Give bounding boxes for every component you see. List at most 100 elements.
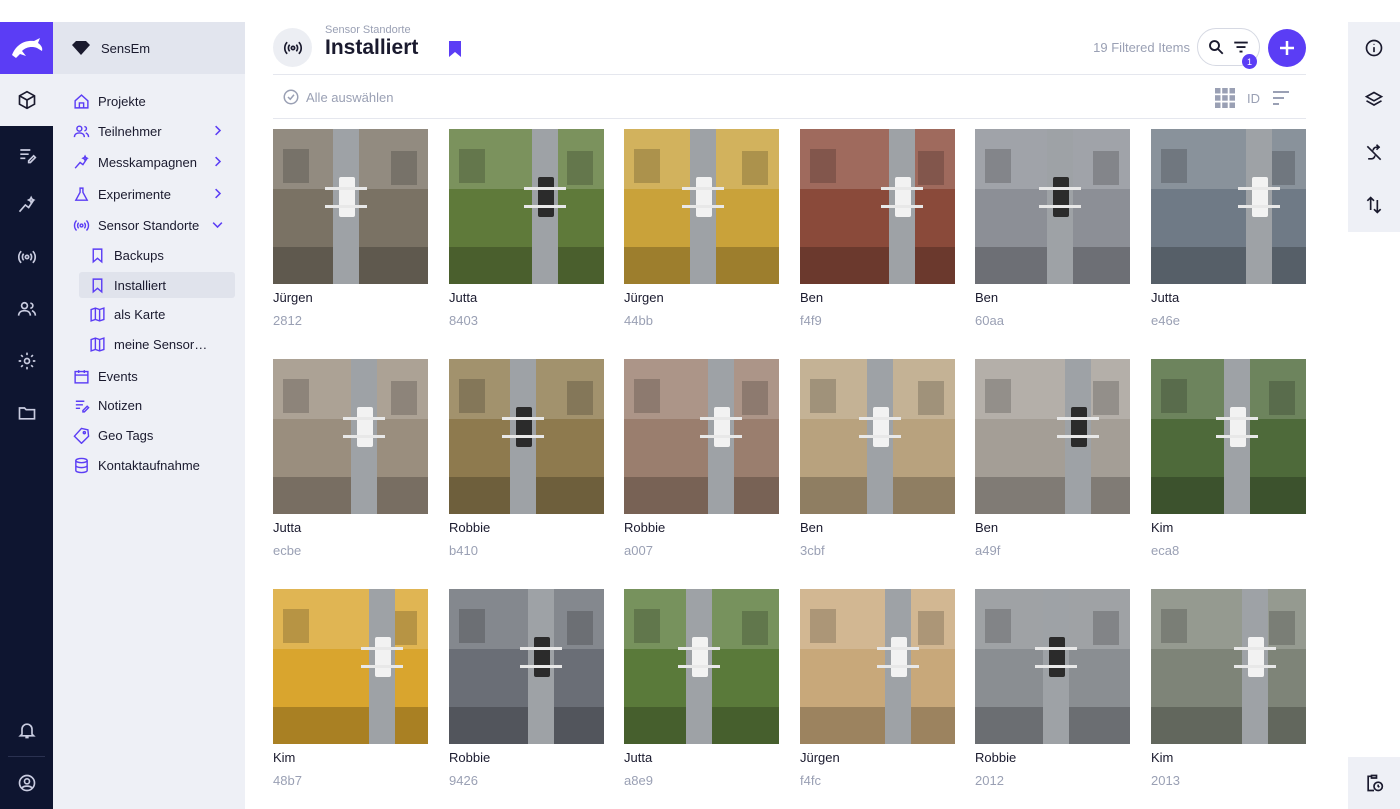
sidebar-item-label: Backups [114,247,164,263]
search-filter-group: 1 [1197,28,1260,69]
sidebar-item-messkampagnen[interactable]: Messkampagnen [53,149,245,175]
sidebar-item-backups[interactable]: Backups [53,242,245,268]
sensor-card[interactable]: Jürgen 44bb [624,129,779,339]
route-off-icon [1366,144,1382,161]
rail-users[interactable] [0,283,53,335]
sensor-photo[interactable] [800,589,955,744]
sensor-card[interactable]: Jutta e46e [1151,129,1306,339]
sensor-photo[interactable] [975,129,1130,284]
photo-placeholder [624,359,779,514]
right-rail [1348,22,1400,232]
sensor-card[interactable]: Jutta a8e9 [624,589,779,799]
sensor-card[interactable]: Jürgen 2812 [273,129,428,339]
calendar-icon [74,369,89,384]
map-icon [90,336,105,352]
workspace-header[interactable]: SensEm [53,22,245,74]
sidebar-item-experimente[interactable]: Experimente [53,181,245,207]
chevron-down-icon[interactable] [210,217,225,232]
sidebar-item-teilnehmer[interactable]: Teilnehmer [53,118,245,144]
sensor-owner: Ben [975,290,999,305]
breadcrumb[interactable]: Sensor Standorte [325,24,411,36]
rail-projects[interactable] [0,74,53,126]
sensor-card[interactable]: Jutta ecbe [273,359,428,569]
sidebar-item-label: meine Sensorstandorte [114,336,210,352]
sensor-id: 2812 [273,313,302,328]
sensor-photo[interactable] [273,589,428,744]
sensor-photo[interactable] [449,589,604,744]
sidebar-item-projekte[interactable]: Projekte [53,88,245,114]
app-logo[interactable] [0,22,53,74]
rail-notes[interactable] [0,129,53,181]
add-item-button[interactable] [1268,29,1306,67]
home-icon [74,93,89,109]
sensor-photo[interactable] [449,129,604,284]
sensor-card[interactable]: Ben 60aa [975,129,1130,339]
swap-button[interactable] [1348,179,1400,231]
photo-placeholder [1151,589,1306,744]
chevron-right-icon[interactable] [210,186,225,201]
bookmark-icon[interactable] [447,40,463,58]
layers-button[interactable] [1348,74,1400,126]
sensor-card[interactable]: Kim 48b7 [273,589,428,799]
rail-account[interactable] [0,757,53,809]
sidebar-item-kontaktaufnahme[interactable]: Kontaktaufnahme [53,452,245,478]
chevron-right-icon[interactable] [210,123,225,138]
sidebar-item-sensor-standorte[interactable]: Sensor Standorte [53,212,245,238]
photo-placeholder [273,589,428,744]
sensor-photo[interactable] [1151,359,1306,514]
info-button[interactable] [1348,22,1400,74]
sensor-photo[interactable] [624,359,779,514]
sensor-card[interactable]: Jürgen f4fc [800,589,955,799]
sensor-photo[interactable] [624,589,779,744]
sensor-card[interactable]: Ben 3cbf [800,359,955,569]
sensor-card[interactable]: Kim eca8 [1151,359,1306,569]
sensor-card[interactable]: Jutta 8403 [449,129,604,339]
sidebar-item-meine-sensorstandorte[interactable]: meine Sensorstandorte [53,331,245,357]
rail-sensors[interactable] [0,231,53,283]
sensor-photo[interactable] [624,129,779,284]
sensor-photo[interactable] [273,359,428,514]
sensor-owner: Kim [1151,750,1174,765]
chevron-right-icon[interactable] [210,154,225,169]
sidebar-item-notizen[interactable]: Notizen [53,392,245,418]
rail-settings[interactable] [0,335,53,387]
rail-notifications[interactable] [0,704,53,756]
sort-field[interactable]: ID [1247,91,1260,106]
sensor-photo[interactable] [975,359,1130,514]
sensor-photo[interactable] [975,589,1130,744]
sensor-card[interactable]: Robbie 2012 [975,589,1130,799]
select-all-button[interactable]: Alle auswählen [282,88,393,106]
photo-placeholder [800,129,955,284]
sensor-owner: Ben [800,520,824,535]
sensor-card[interactable]: Kim 2013 [1151,589,1306,799]
sensor-owner: Robbie [449,750,491,765]
sidebar-item-geo-tags[interactable]: Geo Tags [53,422,245,448]
sensor-card[interactable]: Robbie a007 [624,359,779,569]
select-all-label: Alle auswählen [306,89,394,105]
search-icon[interactable] [1207,38,1225,56]
rail-files[interactable] [0,387,53,439]
sensor-photo[interactable] [449,359,604,514]
sensor-id: 60aa [975,313,1004,328]
sensor-photo[interactable] [1151,589,1306,744]
sidebar-item-events[interactable]: Events [53,363,245,389]
sensor-card[interactable]: Robbie 9426 [449,589,604,799]
sensor-photo[interactable] [800,129,955,284]
sidebar-item-installiert[interactable]: Installiert [79,272,235,298]
sidebar-item-als-karte[interactable]: als Karte [53,301,245,327]
sensor-photo[interactable] [273,129,428,284]
photo-placeholder [273,359,428,514]
sensor-card[interactable]: Ben a49f [975,359,1130,569]
cube-icon [18,90,35,110]
sensor-photo[interactable] [800,359,955,514]
sensor-card[interactable]: Ben f4f9 [800,129,955,339]
sort-icon[interactable] [1272,90,1290,106]
rail-campaigns[interactable] [0,179,53,231]
sensor-photo[interactable] [1151,129,1306,284]
sensor-id: f4fc [800,773,821,788]
sensor-card[interactable]: Robbie b410 [449,359,604,569]
clipboard-button[interactable] [1348,757,1400,809]
photo-placeholder [449,359,604,514]
grid-view-icon[interactable] [1215,88,1235,108]
no-route-button[interactable] [1348,127,1400,179]
